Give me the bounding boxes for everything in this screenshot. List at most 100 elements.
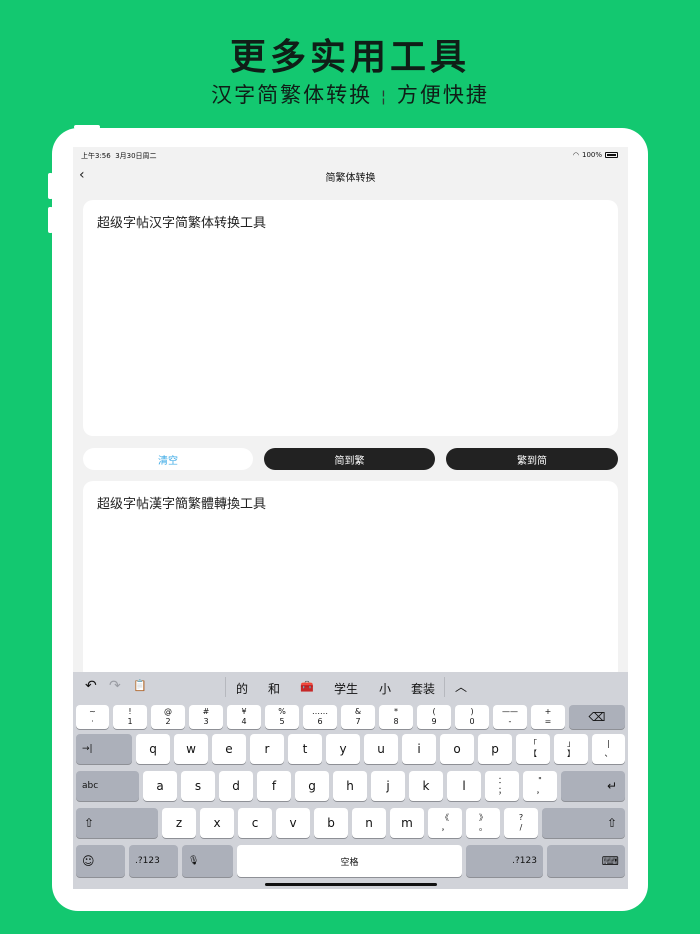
suggestion-1[interactable]: 的 [236,680,248,697]
key-bracket-close[interactable]: 」】 [554,734,588,764]
key-i[interactable]: i [402,734,436,764]
key-w[interactable]: w [174,734,208,764]
key-question[interactable]: ? / [504,808,538,838]
status-right: ◠ 100% [573,151,618,159]
promo-subline-separator: ¦ [380,87,389,106]
tab-key[interactable]: →| [76,734,132,764]
to-traditional-button[interactable]: 简到繁 [264,448,435,470]
emoji-icon: ☺ [82,854,95,868]
tablet-button-side-1 [48,173,53,199]
key-num-6[interactable]: …… 6 [303,705,337,729]
wifi-icon: ◠ [572,151,579,159]
key-m[interactable]: m [390,808,424,838]
key-s[interactable]: s [181,771,215,801]
suggestion-4[interactable]: 小 [379,680,391,697]
key-v[interactable]: v [276,808,310,838]
dictation-key[interactable]: 🎙 [182,845,233,877]
space-key[interactable]: 空格 [237,845,462,877]
return-icon: ↵ [606,779,617,793]
delete-key[interactable]: ⌫ [569,705,625,729]
shift-icon: ⇧ [606,816,617,830]
toolbox-icon[interactable]: 🧰 [300,680,314,693]
clipboard-icon[interactable]: 📋 [133,679,147,692]
key-quote[interactable]: "， [523,771,557,801]
numbers-key-right[interactable]: .?123 [466,845,543,877]
key-y[interactable]: y [326,734,360,764]
key-num-10[interactable]: ) 0 [455,705,489,729]
battery-icon [605,152,618,158]
status-bar: 上午3:56 3月30日周二 ◠ 100% [73,147,628,163]
key-num-8[interactable]: * 8 [379,705,413,729]
emoji-key[interactable]: ☺ [76,845,125,877]
suggestion-3[interactable]: 学生 [334,680,358,697]
microphone-icon: 🎙 [188,856,200,866]
output-panel[interactable]: 超级字帖漢字簡繁體轉換工具 [83,481,618,681]
collapse-icon[interactable]: ︿ [455,678,467,695]
key-k[interactable]: k [409,771,443,801]
clear-button[interactable]: 清空 [83,448,253,470]
tablet-button-side-2 [48,207,53,233]
key-p[interactable]: p [478,734,512,764]
key-h[interactable]: h [333,771,367,801]
input-text: 超级字帖汉字简繁体转换工具 [97,216,267,231]
key-guillemet-close[interactable]: 》。 [466,808,500,838]
key-q[interactable]: q [136,734,170,764]
key-num-2[interactable]: @2 [151,705,185,729]
promo-subline: 汉字简繁体转换 ¦ 方便快捷 [0,79,700,109]
home-indicator [265,883,437,886]
key-n[interactable]: n [352,808,386,838]
key-pipe[interactable]: |、 [592,734,625,764]
key-f[interactable]: f [257,771,291,801]
key-c[interactable]: c [238,808,272,838]
key-x[interactable]: x [200,808,234,838]
suggestion-5[interactable]: 套装 [411,680,435,697]
key-guillemet-open[interactable]: 《， [428,808,462,838]
shift-icon: ⇧ [84,816,95,830]
key-num-7[interactable]: & 7 [341,705,375,729]
key-colon[interactable]: ：； [485,771,519,801]
return-key[interactable]: ↵ [561,771,625,801]
abc-key[interactable]: abc [76,771,139,801]
key-j[interactable]: j [371,771,405,801]
key-num-9[interactable]: (9 [417,705,451,729]
numbers-key-left[interactable]: .?123 [129,845,178,877]
key-a[interactable]: a [143,771,177,801]
tablet-button-top [74,125,100,129]
key-g[interactable]: g [295,771,329,801]
promo-subline-right: 方便快捷 [396,83,489,107]
tab-icon: →| [82,744,93,754]
key-num-11[interactable]: —— - [493,705,527,729]
shift-key-right[interactable]: ⇧ [542,808,625,838]
promo-headline: 更多实用工具 [229,37,470,78]
key-b[interactable]: b [314,808,348,838]
key-o[interactable]: o [440,734,474,764]
key-e[interactable]: e [212,734,246,764]
to-simplified-button[interactable]: 繁到简 [446,448,618,470]
key-bracket-open[interactable]: 「【 [516,734,550,764]
redo-icon[interactable]: ↷ [109,678,121,694]
key-l[interactable]: l [447,771,481,801]
key-t[interactable]: t [288,734,322,764]
shift-key-left[interactable]: ⇧ [76,808,158,838]
input-panel[interactable]: 超级字帖汉字简繁体转换工具 [83,200,618,436]
suggestion-2[interactable]: 和 [268,680,280,697]
key-num-4[interactable]: ¥4 [227,705,261,729]
key-num-12[interactable]: + = [531,705,565,729]
page-title: 简繁体转换 [325,173,376,184]
hide-keyboard-key[interactable]: ⌨ [547,845,625,877]
keyboard-icon: ⌨ [601,854,619,868]
toolbar-divider-2 [444,677,445,697]
key-z[interactable]: z [162,808,196,838]
key-num-5[interactable]: % 5 [265,705,299,729]
key-num-0[interactable]: ~ · [76,705,109,729]
key-r[interactable]: r [250,734,284,764]
key-d[interactable]: d [219,771,253,801]
key-num-3[interactable]: #3 [189,705,223,729]
keyboard-toolbar: ↶ ↷ 📋 的 和 🧰 学生 小 套装 ︿ [73,672,628,702]
undo-icon[interactable]: ↶ [85,678,97,694]
toolbar-divider [225,677,226,697]
key-num-1[interactable]: ! 1 [113,705,147,729]
output-text: 超级字帖漢字簡繁體轉換工具 [97,497,267,512]
keyboard: ↶ ↷ 📋 的 和 🧰 学生 小 套装 ︿ ~ · ! 1 @2 #3 ¥4 % 5 … [73,672,628,889]
key-u[interactable]: u [364,734,398,764]
